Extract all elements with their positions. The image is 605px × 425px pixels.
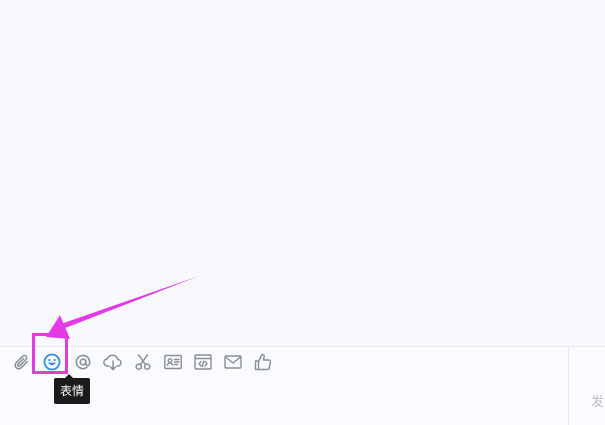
annotation-highlight-box xyxy=(32,333,68,374)
cloud-file-button[interactable] xyxy=(102,351,124,373)
email-button[interactable] xyxy=(222,351,244,373)
id-card-icon xyxy=(164,354,182,370)
at-sign-icon xyxy=(75,354,91,370)
thumbs-up-icon xyxy=(254,353,272,371)
code-window-icon xyxy=(194,354,212,370)
like-button[interactable] xyxy=(252,351,274,373)
message-list-area xyxy=(0,0,605,346)
send-panel: 发 xyxy=(568,347,605,425)
scissors-icon xyxy=(135,354,151,370)
send-button[interactable]: 发 xyxy=(591,391,604,410)
mention-button[interactable] xyxy=(72,351,94,373)
paperclip-icon xyxy=(14,354,29,370)
screenshot-button[interactable] xyxy=(132,351,154,373)
attachment-button[interactable] xyxy=(11,351,33,373)
code-snippet-button[interactable] xyxy=(192,351,214,373)
cloud-download-icon xyxy=(103,354,122,371)
envelope-icon xyxy=(224,355,242,369)
emoji-tooltip: 表情 xyxy=(54,374,91,404)
business-card-button[interactable] xyxy=(162,351,184,373)
